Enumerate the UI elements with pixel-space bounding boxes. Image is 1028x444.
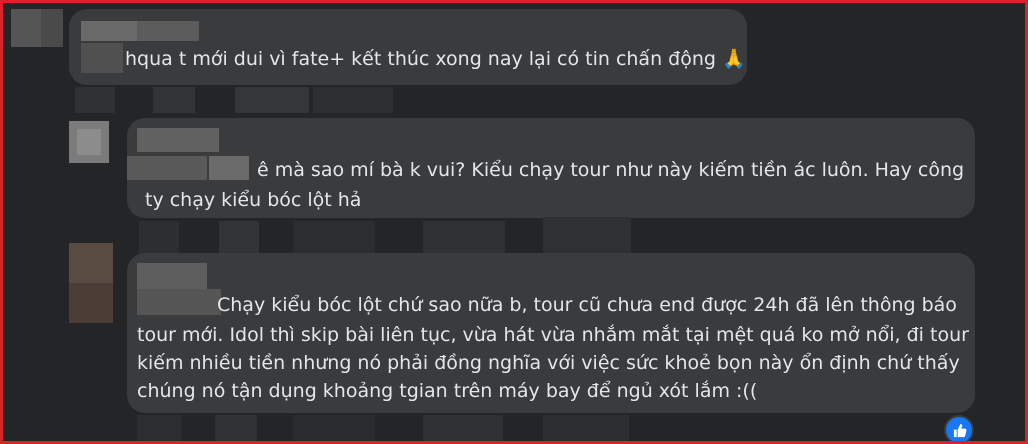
comment-text-content: hqua t mới dui vì fate+ kết thúc xong na… — [125, 48, 716, 70]
author-name-blurred[interactable] — [81, 21, 137, 41]
comment-bubble: ê mà sao mí bà k vui? Kiểu chạy tour như… — [127, 118, 975, 218]
like-action[interactable] — [75, 87, 115, 113]
comment-text-line: ê mà sao mí bà k vui? Kiểu chạy tour như… — [257, 159, 965, 181]
avatar[interactable] — [69, 121, 109, 163]
reply-action[interactable] — [153, 87, 195, 113]
like-reaction-icon[interactable] — [944, 415, 974, 441]
reply-action[interactable] — [215, 415, 257, 441]
like-action[interactable] — [137, 415, 181, 441]
thumbs-up-icon — [953, 423, 966, 437]
comment-bubble: Chạy kiểu bóc lột chứ sao nữa b, tour cũ… — [127, 253, 975, 413]
author-name-blurred[interactable] — [137, 263, 207, 289]
comment-text-line: Chạy kiểu bóc lột chứ sao nữa b, tour cũ… — [217, 294, 957, 316]
comment-text-line: kiếm nhiều tiền nhưng nó phải đồng nghĩa… — [137, 352, 960, 374]
comment-text-line: tour mới. Idol thì skip bài liên tục, vừ… — [137, 324, 969, 346]
comment-text: tour mới. Idol thì skip bài liên tục, vừ… — [137, 321, 969, 349]
comment-text: hqua t mới dui vì fate+ kết thúc xong na… — [125, 45, 746, 73]
comment-text-line: chúng nó tận dụng khoảng tgian trên máy … — [137, 380, 758, 402]
comment-text-line: ty chạy kiểu bóc lột hả — [145, 189, 362, 211]
screenshot-frame: hqua t mới dui vì fate+ kết thúc xong na… — [0, 0, 1028, 444]
comment-bubble: hqua t mới dui vì fate+ kết thúc xong na… — [69, 9, 747, 85]
pray-emoji-icon: 🙏 — [722, 48, 746, 70]
comment-text: Chạy kiểu bóc lột chứ sao nữa b, tour cũ… — [217, 291, 957, 319]
avatar[interactable] — [3, 9, 65, 87]
author-name-blurred[interactable] — [137, 128, 219, 152]
comment-text: kiếm nhiều tiền nhưng nó phải đồng nghĩa… — [137, 349, 960, 377]
comment-text: ty chạy kiểu bóc lột hả — [145, 186, 361, 214]
avatar[interactable] — [69, 243, 113, 323]
comment-text: ê mà sao mí bà k vui? Kiểu chạy tour như… — [257, 156, 964, 184]
comment-text: chúng nó tận dụng khoảng tgian trên máy … — [137, 377, 757, 405]
